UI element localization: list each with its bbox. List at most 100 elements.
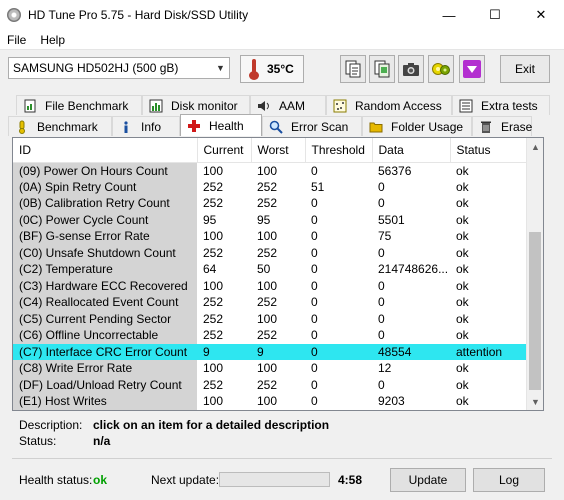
tab-label: Health — [209, 118, 244, 133]
log-button[interactable]: Log — [473, 468, 545, 492]
menu-file[interactable]: File — [0, 33, 33, 47]
table-row[interactable]: (C4) Reallocated Event Count 252 252 0 0 ok — [13, 294, 527, 311]
cell-status: ok — [456, 377, 469, 392]
tab-label: File Benchmark — [45, 98, 129, 113]
tab-extra-tests[interactable]: Extra tests — [452, 95, 550, 115]
cell-threshold: 0 — [311, 262, 318, 277]
cell-data: 214748626... — [378, 262, 449, 277]
exit-button[interactable]: Exit — [500, 55, 550, 83]
table-row[interactable]: (0A) Spin Retry Count 252 252 51 0 ok — [13, 178, 527, 195]
cell-threshold: 0 — [311, 361, 318, 376]
table-row[interactable]: (C7) Interface CRC Error Count 9 9 0 48554 at… — [13, 343, 527, 360]
tab-file-benchmark[interactable]: File Benchmark — [16, 95, 142, 115]
cell-worst: 252 — [257, 377, 278, 392]
column-header-data[interactable]: Data — [372, 138, 451, 163]
cell-threshold: 0 — [311, 377, 318, 392]
table-row[interactable]: (C8) Write Error Rate 100 100 0 12 ok — [13, 360, 527, 377]
table-row[interactable]: (C5) Current Pending Sector 252 100 0 0 ok — [13, 310, 527, 327]
tab-error-scan[interactable]: Error Scan — [262, 116, 362, 136]
table-row[interactable]: (09) Power On Hours Count 100 100 0 56376 ok — [13, 162, 527, 179]
cell-id: (09) Power On Hours Count — [13, 162, 197, 179]
menu-help[interactable]: Help — [33, 33, 72, 47]
cell-threshold: 0 — [311, 394, 318, 409]
folder-usage-icon — [369, 122, 383, 132]
description-label: Description: — [19, 418, 83, 432]
thermometer-icon — [249, 58, 259, 80]
tab-disk-monitor[interactable]: Disk monitor — [142, 95, 250, 115]
hd-tune-app-icon — [6, 7, 22, 23]
smart-attributes-list[interactable]: ID Current Worst Threshold Data Status (… — [12, 137, 544, 411]
cell-data: 0 — [378, 245, 385, 260]
extra-tests-icon — [459, 99, 473, 112]
tab-random-access[interactable]: Random Access — [326, 95, 452, 115]
column-header-current[interactable]: Current — [197, 138, 252, 163]
tab-bar: File Benchmark Disk monitor AAM Random A… — [8, 95, 556, 137]
table-row[interactable]: (C0) Unsafe Shutdown Count 252 252 0 0 ok — [13, 244, 527, 261]
cell-threshold: 0 — [311, 245, 318, 260]
cell-data: 9203 — [378, 394, 405, 409]
cell-worst: 9 — [251, 343, 305, 360]
update-button[interactable]: Update — [390, 468, 466, 492]
cell-status: attention — [450, 343, 527, 360]
vertical-scrollbar[interactable]: ▲ ▼ — [526, 138, 543, 410]
tab-label: Error Scan — [291, 119, 349, 134]
cell-worst: 252 — [257, 179, 278, 194]
close-button[interactable]: ✕ — [518, 0, 564, 30]
cell-worst: 100 — [257, 311, 278, 326]
tab-label: Extra tests — [481, 98, 538, 113]
cell-worst: 100 — [257, 163, 278, 178]
table-row[interactable]: (C6) Offline Uncorrectable 252 252 0 0 ok — [13, 327, 527, 344]
cell-status: ok — [456, 196, 469, 211]
file-benchmark-icon — [24, 99, 36, 112]
column-header-id[interactable]: ID — [13, 138, 198, 163]
drive-select[interactable]: SAMSUNG HD502HJ (500 gB) ▼ — [8, 57, 230, 79]
maximize-button[interactable]: ☐ — [472, 0, 518, 30]
tab-folder-usage[interactable]: Folder Usage — [362, 116, 472, 136]
cell-id: (DF) Load/Unload Retry Count — [13, 376, 197, 393]
cell-data: 56376 — [378, 163, 412, 178]
table-row[interactable]: (BF) G-sense Error Rate 100 100 0 75 ok — [13, 228, 527, 245]
tab-health[interactable]: Health — [180, 114, 262, 136]
copy-text-button[interactable] — [340, 55, 366, 83]
save-button[interactable] — [459, 55, 485, 83]
divider — [12, 458, 552, 459]
options-button[interactable] — [428, 55, 454, 83]
tab-label: Random Access — [355, 98, 442, 113]
cell-status: ok — [456, 311, 469, 326]
table-row[interactable]: (0B) Calibration Retry Count 252 252 0 0 ok — [13, 195, 527, 212]
cell-status: ok — [456, 163, 469, 178]
screenshot-button[interactable] — [398, 55, 424, 83]
scroll-up-arrow-icon[interactable]: ▲ — [527, 138, 543, 155]
tab-erase[interactable]: Erase — [472, 116, 532, 136]
scrollbar-thumb[interactable] — [529, 232, 541, 390]
cell-id: (C6) Offline Uncorrectable — [13, 327, 197, 344]
table-row[interactable]: (E1) Host Writes 100 100 0 9203 ok — [13, 393, 527, 410]
table-row[interactable]: (DF) Load/Unload Retry Count 252 252 0 0 ok — [13, 376, 527, 393]
cell-worst: 252 — [257, 245, 278, 260]
tab-info[interactable]: Info — [112, 116, 180, 136]
status-bar: Health status: ok Next update: 4:58 Upda… — [0, 466, 564, 496]
tab-benchmark[interactable]: Benchmark — [8, 116, 112, 136]
title-bar: HD Tune Pro 5.75 - Hard Disk/SSD Utility… — [0, 0, 564, 30]
cell-data: 0 — [378, 377, 385, 392]
cell-current: 95 — [203, 212, 217, 227]
column-header-threshold[interactable]: Threshold — [305, 138, 373, 163]
cell-current: 64 — [203, 262, 217, 277]
cell-status: ok — [456, 179, 469, 194]
table-row[interactable]: (C3) Hardware ECC Recovered 100 100 0 0 ok — [13, 277, 527, 294]
minimize-button[interactable]: — — [426, 0, 472, 30]
column-header-status[interactable]: Status — [450, 138, 528, 163]
health-status-label: Health status: — [19, 473, 93, 487]
chevron-down-icon: ▼ — [216, 63, 225, 73]
table-row[interactable]: (C2) Temperature 64 50 0 214748626... ok — [13, 261, 527, 278]
cell-worst: 100 — [257, 278, 278, 293]
cell-id: (C7) Interface CRC Error Count — [13, 343, 197, 360]
column-header-worst[interactable]: Worst — [251, 138, 306, 163]
window-title: HD Tune Pro 5.75 - Hard Disk/SSD Utility — [28, 8, 249, 22]
copy-screenshot-button[interactable] — [369, 55, 395, 83]
scroll-down-arrow-icon[interactable]: ▼ — [527, 393, 543, 410]
table-row[interactable]: (0C) Power Cycle Count 95 95 0 5501 ok — [13, 211, 527, 228]
cell-id: (C3) Hardware ECC Recovered — [13, 277, 197, 294]
info-icon — [124, 120, 128, 133]
tab-aam[interactable]: AAM — [250, 95, 326, 115]
